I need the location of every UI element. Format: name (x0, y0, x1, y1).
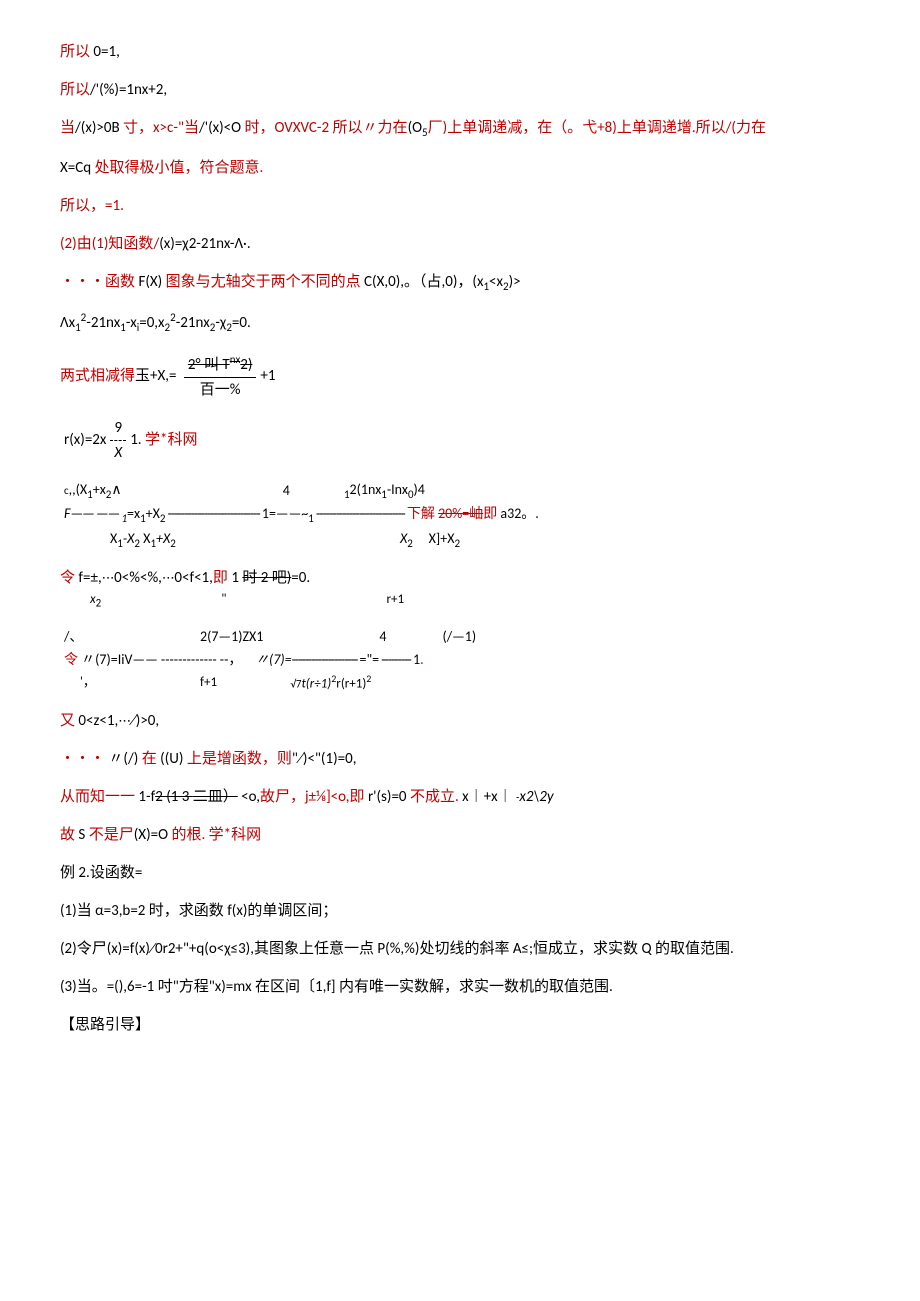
line-1: 所以 0=1, (60, 40, 860, 64)
line-22: 【思路引导】 (60, 1013, 860, 1037)
line-3: 当/(x)>0B 寸，x>c-"当/'(x)<O 时，OVXVC-2 所以〃力在… (60, 116, 860, 142)
line-12: 令 f=±,∙∙∙0<%<%,∙∙∙0<f<1,即 1 时 2 吧)=0. x2… (60, 566, 860, 612)
line-11: c,,(X1+x2∧ 4 12(1nx1-Inx0)4 F—— —— 1=x1+… (60, 479, 860, 552)
line-14: 又 0<z<1,∙∙∙∕)>0, (60, 709, 860, 733)
line-7: ・・・函数 F(X) 图象与尢轴交于两个不同的点 C(X,0),。（占,0)，(… (60, 270, 860, 296)
line-20: (2)令尸(x)=f(x)∕0r2+"+q(o<χ≤3),其图象上任意一点 P(… (60, 937, 860, 961)
line-19: (1)当 α=3,b=2 时，求函数 f(x)的单调区间； (60, 899, 860, 923)
line-17: 故 S 不是尸(X)=O 的根. 学*科网 (60, 823, 860, 847)
line-8: Λx12-21nx1-xi=0,x22-21nx2-χ2=0. (60, 309, 860, 337)
line-6: (2)由(1)知函数/(x)=χ2-21nx-Λ·. (60, 232, 860, 256)
line-9: 两式相减得玉+X,= 2° 叫 Tnx2) 百一% +1 (60, 351, 860, 402)
line-13: /、 2(7—1)ZX1 4 (/—1) 令 〃(7)=IiV—— ------… (60, 626, 860, 695)
line-21: (3)当。=(),6=-1 吋"方程"x)=mx 在区间〔1,f] 内有唯一实数… (60, 975, 860, 999)
line-5: 所以，=1. (60, 194, 860, 218)
line-18: 例 2.设函数= (60, 861, 860, 885)
line-16: 从而知一一 1-f2 (1 3 二皿） <o,故尸，j±⅛]<o,即 r'(s)… (60, 785, 860, 809)
line-2: 所以/'(%)=1nx+2, (60, 78, 860, 102)
line-15: ・・・ 〃(/) 在 ((U) 上是增函数，则"∕)<"(1)=0, (60, 747, 860, 771)
line-10: r(x)=2x 9 1. 学*科网 X (60, 416, 860, 465)
line-4: X=Cq 处取得极小值，符合题意. (60, 156, 860, 180)
